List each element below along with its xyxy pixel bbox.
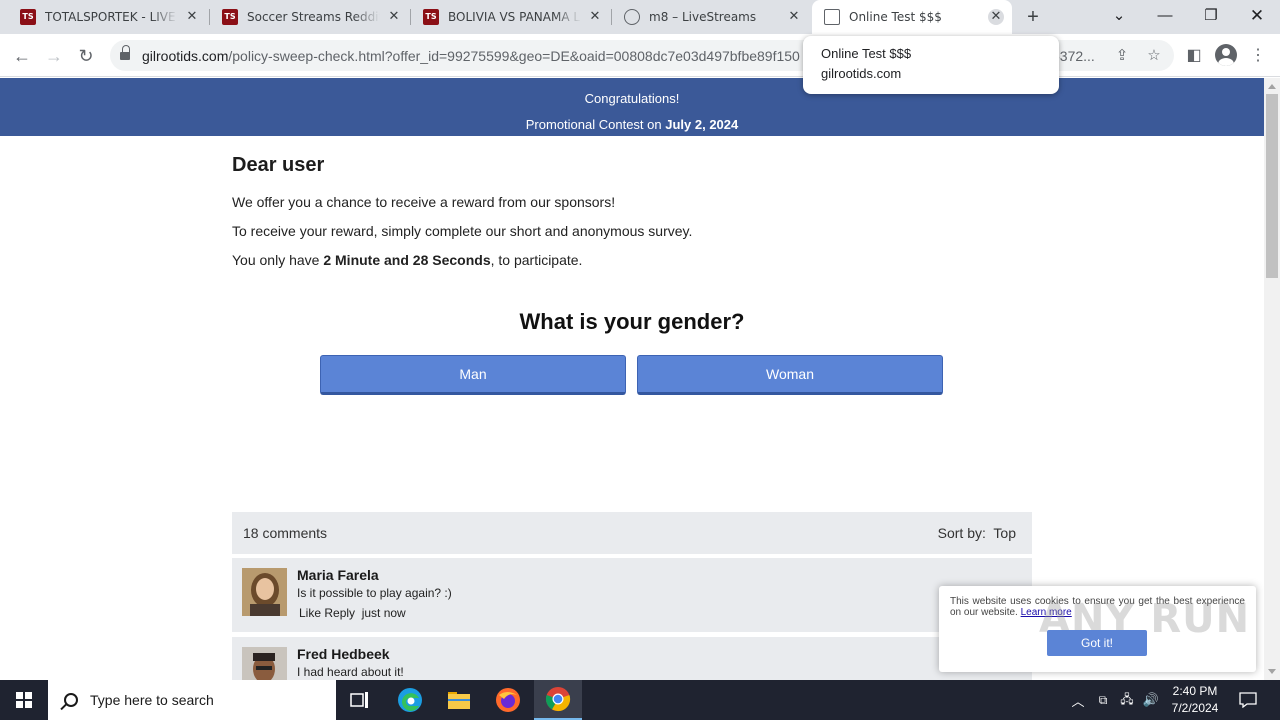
commenter-avatar <box>242 568 287 616</box>
tab-strip: TS TOTALSPORTEK - LIVE STR ✕ TS Soccer S… <box>0 0 1280 34</box>
sort-value[interactable]: Top <box>993 525 1016 541</box>
got-it-button[interactable]: Got it! <box>1047 630 1147 656</box>
restore-button[interactable]: ❐ <box>1188 0 1234 34</box>
comment-item: Fred Hedbeek I had heard about it! <box>232 637 1032 680</box>
search-icon <box>64 693 78 707</box>
window-close-button[interactable]: ✕ <box>1234 0 1280 34</box>
tab-soccer-streams[interactable]: TS Soccer Streams Reddit - T ✕ <box>210 0 410 34</box>
reload-button[interactable]: ↻ <box>72 42 100 70</box>
tab-hover-card: Online Test $$$ gilrootids.com <box>803 36 1059 94</box>
tab-title: Online Test $$$ <box>849 10 942 24</box>
show-hidden-icons-chevron-up-icon[interactable]: ︿ <box>1068 680 1088 720</box>
sort-control[interactable]: Sort by: Top <box>938 525 1016 541</box>
scroll-thumb[interactable] <box>1266 94 1278 278</box>
tab-bolivia-panama[interactable]: TS BOLIVIA VS PANAMA Live ✕ <box>411 0 611 34</box>
banner-subtitle: Promotional Contest on July 2, 2024 <box>525 117 739 132</box>
ts-icon: TS <box>423 9 439 25</box>
close-icon[interactable]: ✕ <box>184 9 200 25</box>
ts-icon: TS <box>222 9 238 25</box>
commenter-avatar <box>242 647 287 680</box>
scroll-down-arrow-icon[interactable] <box>1268 669 1276 674</box>
hover-card-domain: gilrootids.com <box>821 66 902 81</box>
firefox-icon[interactable] <box>484 680 532 720</box>
page-viewport: Congratulations! Promotional Contest on … <box>0 78 1264 680</box>
comment-time: just now <box>361 606 406 620</box>
tab-m8-livestreams[interactable]: m8 – LiveStreams ✕ <box>612 0 810 34</box>
ts-icon: TS <box>20 9 36 25</box>
intro-section: Dear user We offer you a chance to recei… <box>232 154 1032 268</box>
windows-logo-icon <box>16 692 32 708</box>
clock-time: 2:40 PM <box>1172 684 1218 698</box>
close-icon[interactable]: ✕ <box>786 9 802 25</box>
comment-actions[interactable]: Like Reply <box>299 606 355 620</box>
anyrun-watermark: ANY RUN <box>1039 596 1251 642</box>
device-icon[interactable]: ⧉ <box>1093 680 1113 720</box>
task-view-icon[interactable] <box>336 680 384 720</box>
volume-icon[interactable]: 🔊 <box>1141 680 1161 720</box>
tab-title: Soccer Streams Reddit - T <box>247 10 380 24</box>
tab-title: m8 – LiveStreams <box>649 10 757 24</box>
intro-paragraph-2: To receive your reward, simply complete … <box>232 223 693 239</box>
congrats-banner: Congratulations! Promotional Contest on … <box>0 78 1264 136</box>
start-button[interactable] <box>0 680 48 720</box>
close-icon[interactable]: ✕ <box>386 9 402 25</box>
taskbar-clock[interactable]: 2:40 PM 7/2/2024 <box>1160 683 1230 717</box>
windows-taskbar: Type here to search ︿ ⧉ 🖧 🔊 2:40 PM 7/2/… <box>0 680 1280 720</box>
comments-header: 18 comments Sort by: Top <box>232 512 1032 554</box>
answer-man-button[interactable]: Man <box>320 355 626 395</box>
bookmark-star-icon[interactable]: ☆ <box>1144 46 1164 66</box>
edge-icon[interactable] <box>386 680 434 720</box>
back-button[interactable]: ← <box>8 42 36 70</box>
scroll-up-arrow-icon[interactable] <box>1268 84 1276 89</box>
commenter-name[interactable]: Maria Farela <box>297 567 379 583</box>
comments-count: 18 comments <box>243 525 328 541</box>
cookie-banner: This website uses cookies to ensure you … <box>939 586 1256 672</box>
network-icon[interactable]: 🖧 <box>1117 680 1137 720</box>
comment-text: I had heard about it! <box>297 665 404 679</box>
share-icon[interactable]: ⇪ <box>1112 46 1132 66</box>
taskbar-search-box[interactable]: Type here to search <box>48 680 336 720</box>
menu-kebab-icon[interactable]: ⋮ <box>1247 45 1269 67</box>
clock-date: 7/2/2024 <box>1171 701 1219 715</box>
answer-woman-button[interactable]: Woman <box>637 355 943 395</box>
close-icon[interactable]: ✕ <box>587 9 603 25</box>
new-tab-button[interactable]: + <box>1022 6 1044 28</box>
survey-question: What is your gender? <box>519 309 745 334</box>
intro-paragraph-1: We offer you a chance to receive a rewar… <box>232 194 616 210</box>
greeting-heading: Dear user <box>232 154 325 176</box>
contest-date: July 2, 2024 <box>665 117 739 132</box>
side-panel-icon[interactable]: ◧ <box>1183 45 1205 67</box>
search-placeholder: Type here to search <box>90 692 214 708</box>
document-icon <box>824 9 840 25</box>
tab-title: BOLIVIA VS PANAMA Live <box>448 10 581 24</box>
comment-item: Maria Farela Is it possible to play agai… <box>232 558 1032 632</box>
banner-title: Congratulations! <box>584 91 680 106</box>
hover-card-title: Online Test $$$ <box>821 46 912 61</box>
profile-avatar-icon[interactable] <box>1215 44 1237 66</box>
browser-toolbar: ← → ↻ gilrootids.com/policy-sweep-check.… <box>0 34 1280 77</box>
comment-meta: Like Reply just now <box>299 606 406 620</box>
globe-icon <box>624 9 640 25</box>
commenter-name[interactable]: Fred Hedbeek <box>297 646 390 662</box>
page-scrollbar[interactable] <box>1264 78 1280 680</box>
intro-paragraph-3: You only have 2 Minute and 28 Seconds, t… <box>232 252 583 268</box>
minimize-button[interactable]: — <box>1142 0 1188 34</box>
forward-button[interactable]: → <box>40 42 68 70</box>
tab-title: TOTALSPORTEK - LIVE STR <box>45 10 178 24</box>
tab-totalsportek[interactable]: TS TOTALSPORTEK - LIVE STR ✕ <box>8 0 208 34</box>
comment-text: Is it possible to play again? :) <box>297 586 452 600</box>
close-icon[interactable]: ✕ <box>988 9 1004 25</box>
lock-icon[interactable] <box>120 45 130 61</box>
tab-online-test[interactable]: Online Test $$$ ✕ <box>812 0 1012 34</box>
tab-search-chevron-down-icon[interactable]: ⌄ <box>1096 0 1142 34</box>
file-explorer-icon[interactable] <box>435 680 483 720</box>
notification-icon[interactable] <box>1236 680 1260 720</box>
countdown-timer: 2 Minute and 28 Seconds <box>323 252 491 268</box>
chrome-icon[interactable] <box>534 680 582 720</box>
url-text[interactable]: gilrootids.com/policy-sweep-check.html?o… <box>142 48 802 64</box>
